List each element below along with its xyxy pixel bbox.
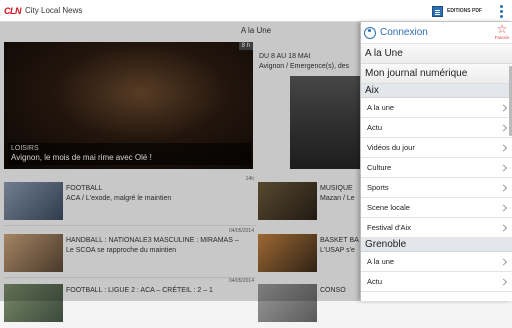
favoris-button[interactable]: ☆ Favoris	[494, 22, 510, 40]
menu-item-label: Festival d'Aix	[367, 223, 411, 232]
overflow-menu-icon[interactable]	[496, 0, 506, 22]
chevron-right-icon	[499, 257, 508, 266]
chevron-right-icon	[499, 277, 508, 286]
menu-item-aix-culture[interactable]: Culture	[361, 158, 512, 178]
star-icon: ☆	[496, 22, 508, 36]
chevron-right-icon	[499, 223, 508, 232]
menu-item-label: Scene locale	[367, 203, 410, 212]
drawer-scrim[interactable]	[0, 22, 360, 301]
menu-item-a-la-une[interactable]: A la Une	[361, 44, 512, 64]
chevron-right-icon	[499, 163, 508, 172]
menu-item-aix-actu[interactable]: Actu	[361, 118, 512, 138]
chevron-right-icon	[499, 203, 508, 212]
pdf-editions-icon[interactable]	[431, 5, 443, 17]
menu-item-grenoble-actu[interactable]: Actu	[361, 272, 512, 292]
menu-item-label: A la Une	[365, 48, 403, 59]
menu-item-label: Mon journal numérique	[365, 68, 468, 79]
menu-item-label: Vidéos du jour	[367, 143, 415, 152]
menu-item-aix-sports[interactable]: Sports	[361, 178, 512, 198]
connexion-label: Connexion	[380, 27, 428, 38]
app-title: City Local News	[25, 6, 83, 15]
menu-item-label: A la une	[367, 257, 395, 266]
group-header-grenoble: Grenoble	[361, 238, 512, 252]
navigation-drawer: Connexion ☆ Favoris A la Une Mon journal…	[360, 22, 512, 301]
menu-item-mon-journal[interactable]: Mon journal numérique	[361, 64, 512, 84]
favoris-label: Favoris	[494, 35, 510, 40]
menu-item-label: Culture	[367, 163, 392, 172]
menu-item-label: A la une	[367, 103, 395, 112]
menu-item-label: Actu	[367, 277, 383, 286]
menu-item-aix-a-la-une[interactable]: A la une	[361, 98, 512, 118]
pdf-editions-button[interactable]: EDITIONS PDF	[447, 8, 482, 14]
chevron-right-icon	[499, 183, 508, 192]
menu-item-label: Actu	[367, 123, 383, 132]
menu-item-aix-scene-locale[interactable]: Scene locale	[361, 198, 512, 218]
chevron-right-icon	[499, 103, 508, 112]
menu-item-label: Sports	[367, 183, 389, 192]
menu-item-grenoble-a-la-une[interactable]: A la une	[361, 252, 512, 272]
user-icon	[364, 26, 376, 39]
menu-item-aix-festival[interactable]: Festival d'Aix	[361, 218, 512, 238]
group-header-aix: Aix	[361, 84, 512, 98]
chevron-right-icon	[499, 123, 508, 132]
chevron-right-icon	[499, 143, 508, 152]
app-logo[interactable]: CLN	[4, 6, 22, 16]
menu-item-aix-videos[interactable]: Vidéos du jour	[361, 138, 512, 158]
top-app-bar: CLN City Local News EDITIONS PDF	[0, 0, 512, 22]
connexion-row[interactable]: Connexion ☆ Favoris	[361, 22, 512, 44]
